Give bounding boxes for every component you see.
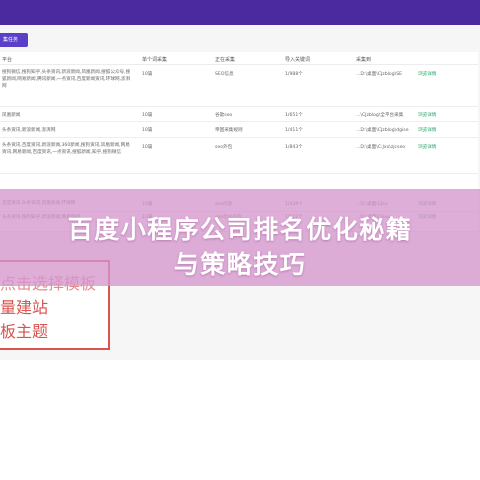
header-platform: 平台 — [2, 57, 13, 63]
table-row[interactable]: 凤凰新闻 10篇 谷歌seo 1/651个 ...\CJzblog\全平台采集 … — [0, 107, 478, 122]
row-path: ...D:\桌面\C:Jxx\zjcseo — [356, 145, 406, 150]
row-platforms: 头条资讯,百度资讯,新浪新闻,360新闻,搜狗资讯,凤凰新闻,网易资讯,网易新闻… — [2, 143, 130, 155]
page-title: 百度小程序公司排名优化秘籍 — [67, 215, 413, 244]
table-row[interactable]: 头条资讯,新浪新闻,澎湃网 10篇 帝国采集规则 1/411个 ...D:\桌面… — [0, 122, 478, 138]
row-keyword: seo外包 — [215, 145, 233, 150]
row-count: 10篇 — [142, 145, 153, 150]
row-progress: 1/843个 — [285, 145, 303, 150]
top-bar — [0, 0, 480, 25]
table-header: 平台 单个词采集 正在采集 导入关键词 采集到 — [0, 52, 478, 65]
row-platforms: 头条资讯,新浪新闻,澎湃网 — [2, 128, 56, 133]
view-details-link[interactable]: 浏览详情 — [418, 112, 436, 118]
row-progress: 1/651个 — [285, 113, 303, 118]
view-details-link[interactable]: 浏览详情 — [418, 127, 436, 133]
row-count: 10篇 — [142, 128, 153, 133]
table-row[interactable]: 头条资讯,百度资讯,新浪新闻,360新闻,搜狗资讯,凤凰新闻,网易资讯,网易新闻… — [0, 138, 478, 174]
row-keyword: SEO信息 — [215, 72, 234, 77]
page-subtitle: 与策略技巧 — [173, 250, 307, 279]
batch-site-link[interactable]: 量建站 — [0, 294, 48, 318]
row-count: 10篇 — [142, 113, 153, 118]
view-details-link[interactable]: 浏览详情 — [418, 71, 436, 77]
new-task-button[interactable]: 集任务 — [0, 33, 28, 47]
view-details-link[interactable]: 浏览详情 — [418, 144, 436, 150]
header-import-keywords: 导入关键词 — [285, 57, 311, 63]
row-keyword: 帝国采集规则 — [215, 128, 243, 133]
header-collect-to: 采集到 — [356, 57, 372, 63]
row-path: ...D:\桌面\CJzblog\dgise — [356, 128, 409, 133]
template-theme-link[interactable]: 板主题 — [0, 318, 48, 342]
header-single-count: 单个词采集 — [142, 57, 168, 63]
row-platforms: 搜狗微信,搜狗知乎,头条资讯,新浪新闻,凤凰新闻,搜狐公众号,搜狐新闻,网易新闻… — [2, 70, 131, 89]
row-keyword: 谷歌seo — [215, 113, 233, 118]
table-row[interactable]: 搜狗微信,搜狗知乎,头条资讯,新浪新闻,凤凰新闻,搜狐公众号,搜狐新闻,网易新闻… — [0, 65, 478, 107]
row-path: ...D:\桌面\CJzblog\SE — [356, 72, 403, 77]
row-path: ...\CJzblog\全平台采集 — [356, 113, 404, 118]
row-platforms: 凤凰新闻 — [2, 113, 21, 118]
row-progress: 1/411个 — [285, 128, 303, 133]
row-count: 10篇 — [142, 72, 153, 77]
row-progress: 1/988个 — [285, 72, 303, 77]
header-collecting: 正在采集 — [215, 57, 236, 63]
